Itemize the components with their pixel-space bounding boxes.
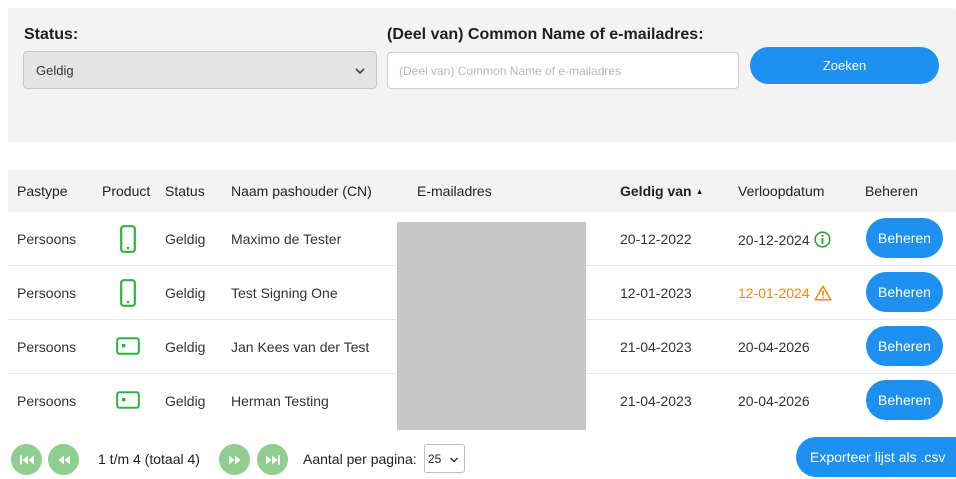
cell-valid-from: 21-04-2023	[620, 393, 692, 409]
per-page-value: 25	[428, 452, 442, 466]
cell-valid-from: 20-12-2022	[620, 231, 692, 247]
redacted-email-column	[397, 222, 586, 430]
col-valid-from[interactable]: Geldig van ▲	[620, 183, 704, 199]
col-valid-from-label: Geldig van	[620, 183, 692, 199]
expiry-date: 12-01-2024	[738, 285, 810, 301]
cell-pastype: Persoons	[17, 339, 77, 355]
col-manage: Beheren	[865, 183, 918, 199]
manage-button[interactable]: Beheren	[866, 272, 943, 312]
last-page-button[interactable]	[257, 444, 288, 475]
last-page-icon	[265, 455, 280, 464]
col-status[interactable]: Status	[165, 183, 205, 199]
cell-valid-from: 21-04-2023	[620, 339, 692, 355]
col-product[interactable]: Product	[102, 183, 150, 199]
status-select-value: Geldig	[36, 63, 74, 78]
cell-name: Herman Testing	[231, 393, 329, 409]
status-select[interactable]: Geldig	[23, 51, 377, 89]
warning-icon	[814, 285, 832, 301]
cell-status: Geldig	[165, 393, 206, 409]
cell-expiry: 20-12-2024	[738, 231, 831, 248]
card-icon	[116, 391, 140, 409]
col-expiry[interactable]: Verloopdatum	[738, 183, 824, 199]
cell-expiry: 20-04-2026	[738, 339, 810, 355]
chevron-down-icon	[449, 457, 459, 463]
first-page-icon	[19, 455, 34, 464]
col-name[interactable]: Naam pashouder (CN)	[231, 183, 372, 199]
col-pastype[interactable]: Pastype	[17, 183, 68, 199]
cell-status: Geldig	[165, 231, 206, 247]
rewind-icon	[58, 455, 70, 464]
cell-expiry: 12-01-2024	[738, 285, 832, 301]
cell-expiry: 20-04-2026	[738, 393, 810, 409]
chevron-down-icon	[355, 68, 365, 75]
expiry-date: 20-12-2024	[738, 232, 810, 248]
card-icon	[116, 337, 140, 355]
col-email[interactable]: E-mailadres	[417, 183, 492, 199]
cell-pastype: Persoons	[17, 393, 77, 409]
pagination-range: 1 t/m 4 (totaal 4)	[98, 451, 200, 467]
cell-name: Maximo de Tester	[231, 231, 342, 247]
per-page-label: Aantal per pagina:	[303, 451, 417, 467]
cell-name: Test Signing One	[231, 285, 338, 301]
cell-pastype: Persoons	[17, 285, 77, 301]
cell-status: Geldig	[165, 339, 206, 355]
table-header: Pastype Product Status Naam pashouder (C…	[8, 170, 956, 212]
status-label: Status:	[24, 26, 79, 43]
next-page-button[interactable]	[219, 444, 250, 475]
cell-name: Jan Kees van der Test	[231, 339, 370, 355]
search-button[interactable]: Zoeken	[750, 47, 939, 84]
prev-page-button[interactable]	[48, 444, 79, 475]
info-icon	[814, 231, 831, 248]
cn-label: (Deel van) Common Name of e-mailadres:	[387, 26, 704, 43]
phone-icon	[120, 225, 136, 253]
cell-pastype: Persoons	[17, 231, 77, 247]
cn-search-input[interactable]	[387, 52, 739, 89]
cell-status: Geldig	[165, 285, 206, 301]
first-page-button[interactable]	[11, 444, 42, 475]
manage-button[interactable]: Beheren	[866, 218, 943, 258]
per-page-select[interactable]: 25	[424, 444, 465, 473]
sort-asc-icon: ▲	[695, 187, 704, 196]
phone-icon	[120, 279, 136, 307]
fast-forward-icon	[228, 455, 240, 464]
manage-button[interactable]: Beheren	[866, 380, 943, 420]
cell-valid-from: 12-01-2023	[620, 285, 692, 301]
export-csv-button[interactable]: Exporteer lijst als .csv	[796, 437, 956, 477]
manage-button[interactable]: Beheren	[866, 326, 943, 366]
